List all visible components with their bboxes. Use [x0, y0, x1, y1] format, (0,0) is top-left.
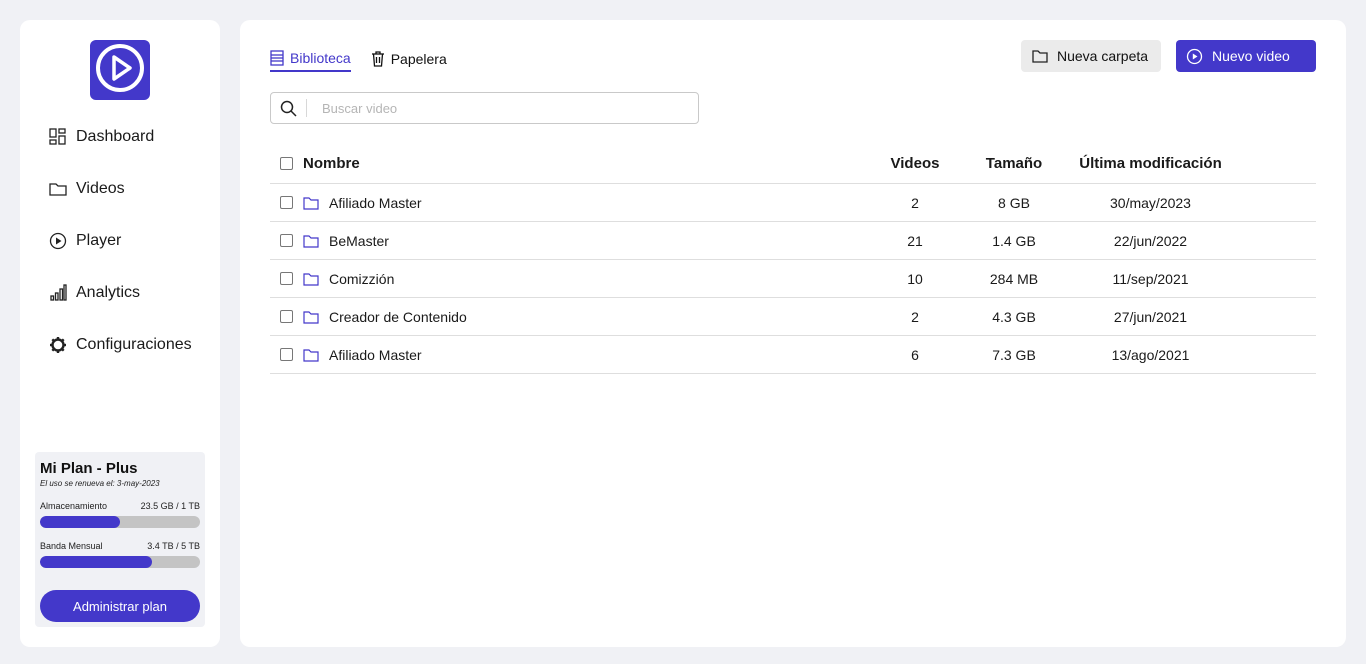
- row-modified: 11/sep/2021: [1112, 270, 1189, 287]
- row-videos: 21: [907, 232, 923, 249]
- manage-plan-button[interactable]: Administrar plan: [40, 590, 200, 622]
- folder-icon: [303, 196, 319, 210]
- bandwidth-progress-fill: [40, 556, 152, 568]
- row-modified: 22/jun/2022: [1113, 232, 1188, 249]
- grid-icon: [48, 127, 68, 147]
- bandwidth-label: Banda Mensual: [40, 541, 103, 551]
- play-circle-icon: [48, 231, 68, 251]
- folder-icon: [303, 234, 319, 248]
- table-row[interactable]: Afiliado Master 6 7.3 GB 13/ago/2021: [270, 336, 1316, 374]
- storage-label: Almacenamiento: [40, 501, 108, 511]
- storage-progress-bar: [40, 516, 200, 528]
- storage-meter: Almacenamiento 23.5 GB / 1 TB: [40, 501, 200, 528]
- row-checkbox[interactable]: [280, 348, 293, 361]
- row-videos: 10: [907, 270, 923, 287]
- search-box: [270, 92, 699, 124]
- new-folder-label: Nueva carpeta: [1057, 48, 1149, 64]
- tab-biblioteca[interactable]: Biblioteca: [270, 46, 351, 72]
- tab-papelera[interactable]: Papelera: [371, 46, 447, 72]
- row-size: 8 GB: [998, 194, 1030, 211]
- folder-icon: [303, 348, 319, 362]
- header-name[interactable]: Nombre: [303, 155, 360, 172]
- table-header-row: Nombre Videos Tamaño Última modificación: [270, 144, 1316, 184]
- select-all-checkbox[interactable]: [280, 157, 293, 170]
- play-circle-icon: [94, 42, 146, 99]
- row-checkbox[interactable]: [280, 234, 293, 247]
- row-name[interactable]: Comizzión: [329, 271, 394, 287]
- play-circle-icon: [1186, 48, 1203, 65]
- row-modified: 13/ago/2021: [1111, 346, 1190, 363]
- plan-renewal-text: El uso se renueva el: 3-may-2023: [40, 479, 160, 488]
- row-checkbox[interactable]: [280, 310, 293, 323]
- sidebar-item-analytics[interactable]: Analytics: [48, 280, 192, 306]
- search-input[interactable]: [322, 100, 682, 116]
- row-size: 4.3 GB: [992, 308, 1036, 325]
- bandwidth-value: 3.4 TB / 5 TB: [147, 541, 200, 551]
- row-size: 7.3 GB: [992, 346, 1036, 363]
- folder-icon: [303, 310, 319, 324]
- sidebar-item-label: Configuraciones: [76, 336, 192, 353]
- library-icon: [270, 50, 284, 66]
- row-checkbox[interactable]: [280, 196, 293, 209]
- sidebar-item-label: Videos: [76, 180, 125, 197]
- video-table: Nombre Videos Tamaño Última modificación…: [270, 144, 1316, 374]
- row-videos: 6: [911, 346, 919, 363]
- sidebar-item-configuraciones[interactable]: Configuraciones: [48, 332, 192, 358]
- sidebar-item-dashboard[interactable]: Dashboard: [48, 124, 192, 150]
- row-videos: 2: [911, 194, 919, 211]
- sidebar: Dashboard Videos Player Analytics Config…: [20, 20, 220, 647]
- sidebar-item-label: Analytics: [76, 284, 141, 301]
- row-videos: 2: [911, 308, 919, 325]
- storage-value: 23.5 GB / 1 TB: [140, 501, 200, 511]
- tab-label: Biblioteca: [290, 50, 351, 66]
- new-video-label: Nuevo video: [1212, 48, 1290, 64]
- sidebar-item-label: Player: [76, 232, 122, 249]
- row-checkbox[interactable]: [280, 272, 293, 285]
- main-panel: Biblioteca Papelera Nueva carpeta Nuevo …: [240, 20, 1346, 647]
- row-size: 284 MB: [989, 270, 1039, 287]
- row-name[interactable]: Afiliado Master: [329, 195, 422, 211]
- search-icon: [271, 99, 307, 117]
- row-size: 1.4 GB: [992, 232, 1036, 249]
- sidebar-item-label: Dashboard: [76, 128, 155, 145]
- new-folder-button[interactable]: Nueva carpeta: [1021, 40, 1161, 72]
- folder-icon: [48, 179, 68, 199]
- gear-icon: [48, 335, 68, 355]
- table-row[interactable]: Comizzión 10 284 MB 11/sep/2021: [270, 260, 1316, 298]
- trash-icon: [371, 51, 385, 67]
- sidebar-item-player[interactable]: Player: [48, 228, 192, 254]
- app-logo[interactable]: [90, 40, 150, 100]
- folder-icon: [303, 272, 319, 286]
- plan-title: Mi Plan - Plus: [40, 460, 138, 477]
- storage-progress-fill: [40, 516, 120, 528]
- header-modified[interactable]: Última modificación: [1063, 155, 1238, 172]
- row-modified: 27/jun/2021: [1113, 308, 1188, 325]
- row-modified: 30/may/2023: [1110, 194, 1191, 211]
- row-name[interactable]: BeMaster: [329, 233, 389, 249]
- sidebar-nav: Dashboard Videos Player Analytics Config…: [48, 124, 192, 384]
- plan-card: Mi Plan - Plus El uso se renueva el: 3-m…: [35, 452, 205, 627]
- tab-bar: Biblioteca Papelera: [270, 46, 467, 72]
- row-name[interactable]: Creador de Contenido: [329, 309, 467, 325]
- bar-chart-icon: [48, 283, 68, 303]
- table-row[interactable]: BeMaster 21 1.4 GB 22/jun/2022: [270, 222, 1316, 260]
- row-name[interactable]: Afiliado Master: [329, 347, 422, 363]
- header-size[interactable]: Tamaño: [965, 155, 1063, 172]
- table-row[interactable]: Afiliado Master 2 8 GB 30/may/2023: [270, 184, 1316, 222]
- table-row[interactable]: Creador de Contenido 2 4.3 GB 27/jun/202…: [270, 298, 1316, 336]
- header-videos[interactable]: Videos: [865, 155, 965, 172]
- folder-icon: [1032, 49, 1048, 63]
- new-video-button[interactable]: Nuevo video: [1176, 40, 1316, 72]
- bandwidth-meter: Banda Mensual 3.4 TB / 5 TB: [40, 541, 200, 568]
- tab-label: Papelera: [390, 51, 447, 67]
- sidebar-item-videos[interactable]: Videos: [48, 176, 192, 202]
- bandwidth-progress-bar: [40, 556, 200, 568]
